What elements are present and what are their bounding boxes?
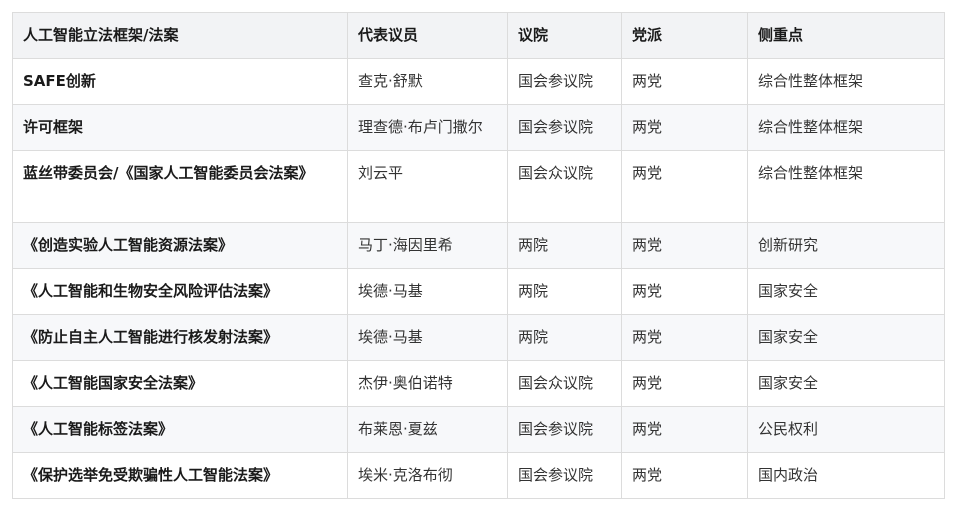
cell-party: 两党 <box>621 360 748 407</box>
cell-focus: 公民权利 <box>747 406 945 453</box>
header-focus: 侧重点 <box>747 12 945 59</box>
cell-party: 两党 <box>621 104 748 151</box>
header-party: 党派 <box>621 12 748 59</box>
cell-chamber: 国会参议院 <box>507 58 622 105</box>
table-row: SAFE创新 查克·舒默 国会参议院 两党 综合性整体框架 <box>12 58 945 105</box>
cell-representative: 埃德·马基 <box>347 268 508 315</box>
cell-chamber: 两院 <box>507 222 622 269</box>
cell-party: 两党 <box>621 222 748 269</box>
cell-chamber: 两院 <box>507 314 622 361</box>
cell-framework: 《保护选举免受欺骗性人工智能法案》 <box>12 452 348 499</box>
cell-framework: 蓝丝带委员会/《国家人工智能委员会法案》 <box>12 150 348 223</box>
cell-focus: 创新研究 <box>747 222 945 269</box>
cell-focus: 综合性整体框架 <box>747 150 945 223</box>
legislation-table-container: 人工智能立法框架/法案 代表议员 议院 党派 侧重点 SAFE创新 查克·舒默 … <box>12 12 945 499</box>
cell-framework: 《人工智能国家安全法案》 <box>12 360 348 407</box>
cell-chamber: 两院 <box>507 268 622 315</box>
cell-party: 两党 <box>621 314 748 361</box>
cell-representative: 布莱恩·夏兹 <box>347 406 508 453</box>
cell-chamber: 国会参议院 <box>507 104 622 151</box>
cell-focus: 国家安全 <box>747 268 945 315</box>
cell-chamber: 国会参议院 <box>507 452 622 499</box>
table-row: 《人工智能和生物安全风险评估法案》 埃德·马基 两院 两党 国家安全 <box>12 268 945 315</box>
cell-framework: 许可框架 <box>12 104 348 151</box>
cell-representative: 埃米·克洛布彻 <box>347 452 508 499</box>
cell-representative: 马丁·海因里希 <box>347 222 508 269</box>
cell-framework: SAFE创新 <box>12 58 348 105</box>
cell-chamber: 国会众议院 <box>507 360 622 407</box>
table-row: 《人工智能标签法案》 布莱恩·夏兹 国会参议院 两党 公民权利 <box>12 406 945 453</box>
cell-focus: 国家安全 <box>747 360 945 407</box>
table-row: 蓝丝带委员会/《国家人工智能委员会法案》 刘云平 国会众议院 两党 综合性整体框… <box>12 150 945 223</box>
cell-framework: 《创造实验人工智能资源法案》 <box>12 222 348 269</box>
table-row: 许可框架 理查德·布卢门撒尔 国会参议院 两党 综合性整体框架 <box>12 104 945 151</box>
cell-framework: 《防止自主人工智能进行核发射法案》 <box>12 314 348 361</box>
header-chamber: 议院 <box>507 12 622 59</box>
cell-focus: 综合性整体框架 <box>747 58 945 105</box>
cell-focus: 国家安全 <box>747 314 945 361</box>
table-row: 《人工智能国家安全法案》 杰伊·奥伯诺特 国会众议院 两党 国家安全 <box>12 360 945 407</box>
cell-representative: 埃德·马基 <box>347 314 508 361</box>
cell-focus: 国内政治 <box>747 452 945 499</box>
cell-representative: 理查德·布卢门撒尔 <box>347 104 508 151</box>
header-representative: 代表议员 <box>347 12 508 59</box>
cell-party: 两党 <box>621 406 748 453</box>
cell-representative: 杰伊·奥伯诺特 <box>347 360 508 407</box>
cell-framework: 《人工智能和生物安全风险评估法案》 <box>12 268 348 315</box>
cell-party: 两党 <box>621 58 748 105</box>
cell-representative: 刘云平 <box>347 150 508 223</box>
cell-party: 两党 <box>621 268 748 315</box>
cell-chamber: 国会参议院 <box>507 406 622 453</box>
legislation-table: 人工智能立法框架/法案 代表议员 议院 党派 侧重点 SAFE创新 查克·舒默 … <box>12 12 945 499</box>
table-row: 《保护选举免受欺骗性人工智能法案》 埃米·克洛布彻 国会参议院 两党 国内政治 <box>12 452 945 499</box>
table-row: 《创造实验人工智能资源法案》 马丁·海因里希 两院 两党 创新研究 <box>12 222 945 269</box>
header-framework: 人工智能立法框架/法案 <box>12 12 348 59</box>
cell-representative: 查克·舒默 <box>347 58 508 105</box>
table-header-row: 人工智能立法框架/法案 代表议员 议院 党派 侧重点 <box>12 12 945 59</box>
cell-party: 两党 <box>621 150 748 223</box>
cell-chamber: 国会众议院 <box>507 150 622 223</box>
table-row: 《防止自主人工智能进行核发射法案》 埃德·马基 两院 两党 国家安全 <box>12 314 945 361</box>
cell-focus: 综合性整体框架 <box>747 104 945 151</box>
cell-party: 两党 <box>621 452 748 499</box>
cell-framework: 《人工智能标签法案》 <box>12 406 348 453</box>
